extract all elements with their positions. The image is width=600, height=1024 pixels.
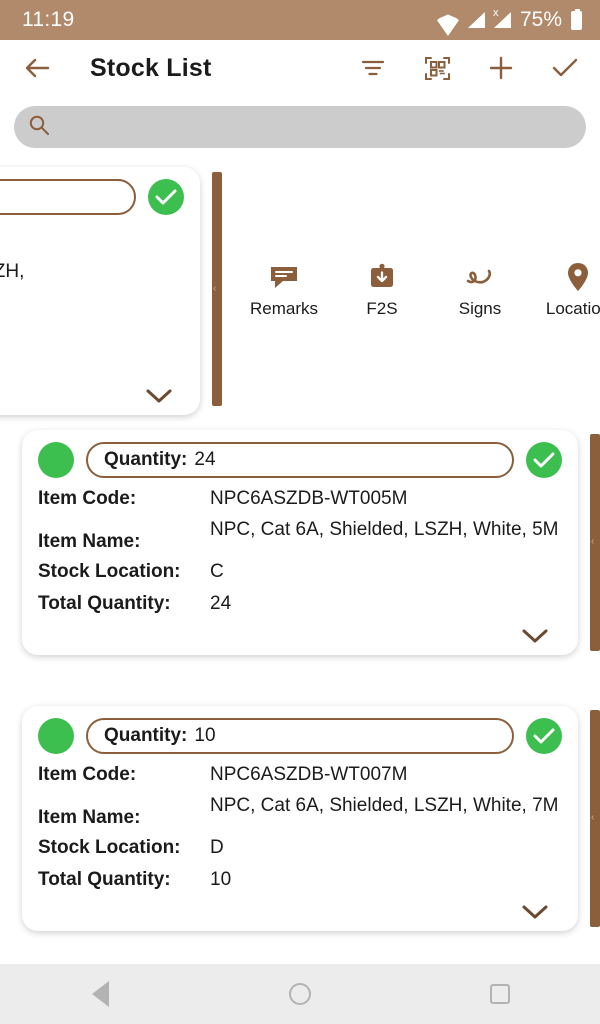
battery-icon: [571, 8, 582, 30]
field-item-code: Item Code: NPC6ASZDB-WT007M: [38, 763, 562, 787]
stock-location-label: Stock Location:: [38, 561, 181, 583]
app-bar: Stock List: [0, 40, 600, 96]
item-name-value: NPC, Cat 6A, Shielded, LSZH, White, 7M: [210, 795, 559, 817]
qr-scan-icon[interactable]: [422, 53, 452, 83]
expand-chevron[interactable]: [38, 623, 562, 647]
status-dot: [38, 442, 74, 478]
f2s-label: F2S: [366, 298, 398, 318]
f2s-action[interactable]: F2S: [346, 260, 418, 319]
expand-chevron[interactable]: [38, 899, 562, 923]
item-name-label: Item Name:: [38, 531, 141, 553]
card-header: [0, 179, 184, 215]
status-indicators: 75%: [437, 8, 582, 32]
list-item[interactable]: Quantity: 24 Item Code: NPC6ASZDB-WT005M…: [0, 430, 600, 655]
signature-icon: [444, 260, 516, 294]
location-action[interactable]: Location: [542, 260, 600, 319]
swipe-handle[interactable]: [212, 172, 222, 406]
remarks-action[interactable]: Remarks: [248, 260, 320, 319]
nav-recents-button[interactable]: [470, 964, 530, 1024]
card-fields: WT003M Shielded, LSZH,: [0, 225, 184, 283]
android-nav-bar: [0, 964, 600, 1024]
item-name-value: Shielded, LSZH,: [0, 261, 25, 282]
recents-square-icon: [490, 984, 510, 1004]
quantity-field[interactable]: Quantity: 24: [86, 442, 514, 478]
quantity-value: 10: [194, 725, 216, 746]
stock-location-value: C: [210, 561, 224, 583]
field-item-name: Item Name: NPC, Cat 6A, Shielded, LSZH, …: [38, 518, 562, 553]
page-title: Stock List: [90, 53, 212, 82]
stock-card[interactable]: WT003M Shielded, LSZH,: [0, 167, 200, 415]
nav-home-button[interactable]: [270, 964, 330, 1024]
stock-card[interactable]: Quantity: 10 Item Code: NPC6ASZDB-WT007M…: [22, 706, 578, 931]
total-quantity-value: 10: [210, 868, 232, 890]
nav-back-button[interactable]: [70, 964, 130, 1024]
verified-badge[interactable]: [148, 179, 184, 215]
quantity-label: Quantity:: [104, 449, 188, 470]
field-item-name: Item Name: NPC, Cat 6A, Shielded, LSZH, …: [38, 794, 562, 829]
search-bar[interactable]: [14, 106, 586, 148]
app-bar-actions: [358, 53, 580, 83]
back-arrow-icon[interactable]: [22, 53, 52, 83]
quantity-label: Quantity:: [104, 725, 188, 746]
status-bar: 11:19 75%: [0, 0, 600, 40]
swipe-action-panel: [590, 710, 600, 927]
quantity-field[interactable]: [0, 179, 136, 215]
download-box-icon: [346, 260, 418, 294]
back-triangle-icon: [91, 981, 109, 1007]
add-icon[interactable]: [486, 53, 516, 83]
item-name-label: Item Name:: [38, 807, 141, 829]
signal-icon: [468, 12, 485, 28]
status-dot: [38, 718, 74, 754]
swipe-action-panel: [590, 434, 600, 651]
card-fields: Item Code: NPC6ASZDB-WT007M Item Name: N…: [38, 763, 562, 892]
filter-icon[interactable]: [358, 53, 388, 83]
location-label: Location: [545, 298, 600, 318]
confirm-check-icon[interactable]: [550, 53, 580, 83]
field-stock-location: Stock Location: D: [38, 836, 562, 860]
list-item[interactable]: Quantity: 10 Item Code: NPC6ASZDB-WT007M…: [0, 706, 600, 931]
field-total-quantity: Total Quantity: 10: [38, 868, 562, 892]
card-fields: Item Code: NPC6ASZDB-WT005M Item Name: N…: [38, 487, 562, 616]
remarks-icon: [248, 260, 320, 294]
status-time: 11:19: [22, 8, 75, 31]
signs-label: Signs: [458, 298, 502, 318]
home-circle-icon: [289, 983, 311, 1005]
quantity-value: 24: [194, 449, 216, 470]
search-area: [0, 96, 600, 162]
field-stock-location: Stock Location: C: [38, 560, 562, 584]
item-code-label: Item Code:: [38, 488, 137, 509]
swipe-handle[interactable]: [590, 710, 600, 927]
swipe-action-panel: Remarks F2S Signs: [212, 172, 600, 406]
location-pin-icon: [542, 260, 600, 294]
verified-badge[interactable]: [526, 442, 562, 478]
stock-location-value: D: [210, 837, 224, 859]
swipe-action-buttons: Remarks F2S Signs Locatio: [222, 260, 600, 319]
expand-chevron[interactable]: [144, 383, 186, 407]
stock-card[interactable]: Quantity: 24 Item Code: NPC6ASZDB-WT005M…: [22, 430, 578, 655]
total-quantity-value: 24: [210, 592, 232, 614]
remarks-label: Remarks: [249, 298, 318, 318]
quantity-field[interactable]: Quantity: 10: [86, 718, 514, 754]
item-name-value: NPC, Cat 6A, Shielded, LSZH, White, 5M: [210, 519, 559, 541]
wifi-icon: [437, 12, 459, 28]
stock-list[interactable]: Remarks F2S Signs: [0, 162, 600, 990]
list-item[interactable]: Remarks F2S Signs: [0, 162, 600, 420]
card-header: Quantity: 24: [38, 442, 562, 478]
swipe-handle[interactable]: [590, 434, 600, 651]
signs-action[interactable]: Signs: [444, 260, 516, 319]
search-icon: [28, 114, 50, 141]
item-code-label: Item Code:: [38, 764, 137, 785]
card-header: Quantity: 10: [38, 718, 562, 754]
field-item-code: Item Code: NPC6ASZDB-WT005M: [38, 487, 562, 511]
battery-percent: 75%: [519, 8, 562, 31]
stock-location-label: Stock Location:: [38, 837, 181, 859]
search-input[interactable]: [62, 117, 572, 137]
total-quantity-label: Total Quantity:: [38, 592, 171, 614]
total-quantity-label: Total Quantity:: [38, 868, 171, 890]
item-code-value: NPC6ASZDB-WT005M: [210, 488, 408, 509]
verified-badge[interactable]: [526, 718, 562, 754]
item-code-value: NPC6ASZDB-WT007M: [210, 764, 408, 785]
signal-no-data-icon: [493, 8, 511, 28]
field-total-quantity: Total Quantity: 24: [38, 592, 562, 616]
